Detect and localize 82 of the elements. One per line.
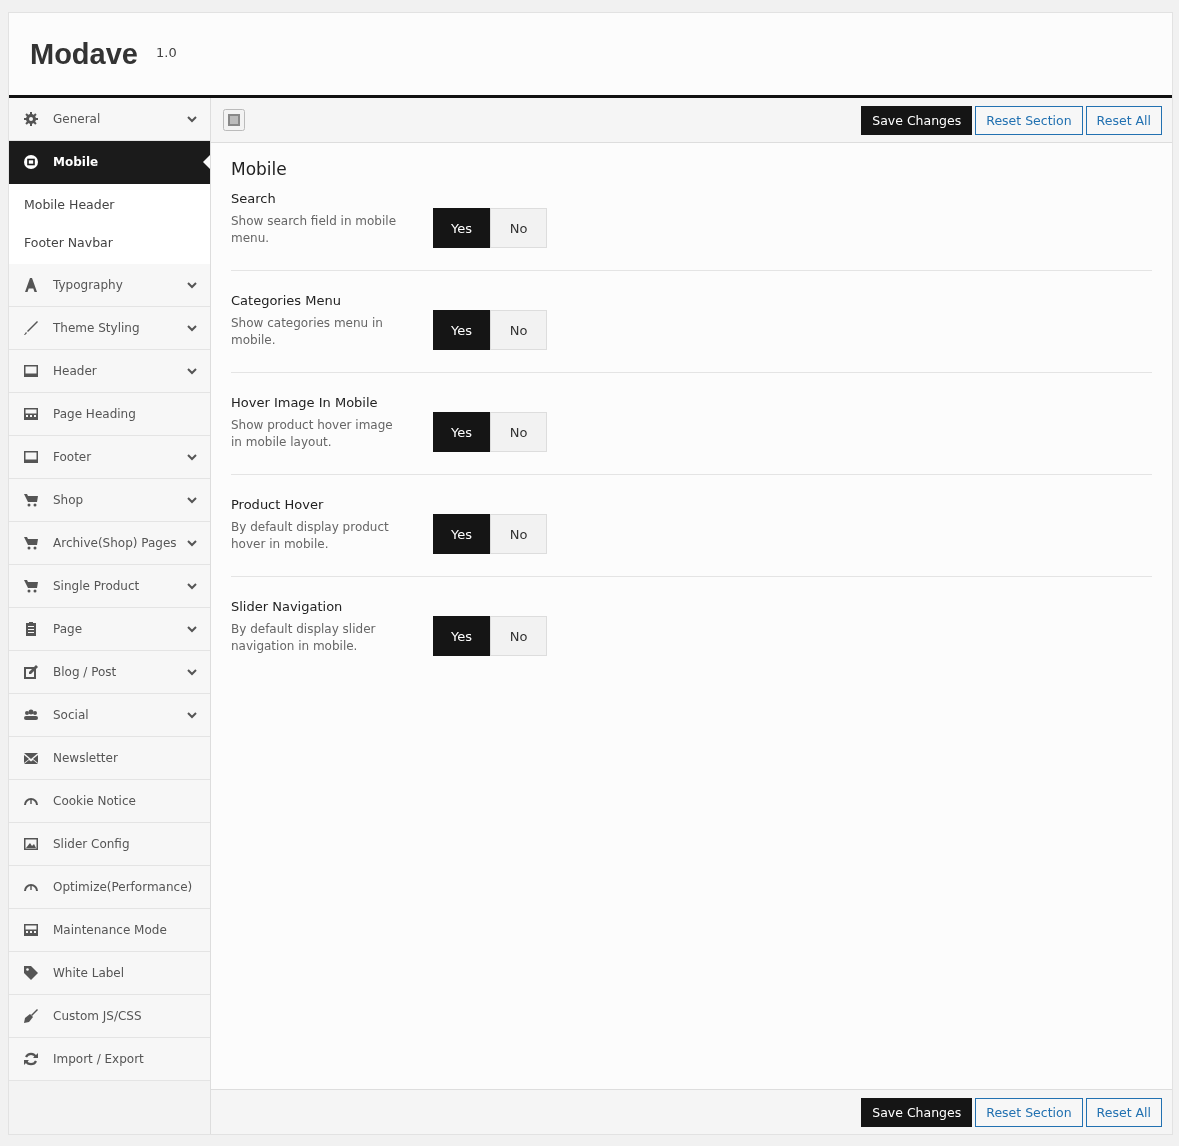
toggle-choice[interactable]: No [490, 616, 547, 656]
chevron-down-icon [187, 280, 197, 290]
cart-icon [23, 578, 39, 594]
sidebar-item[interactable]: Newsletter [9, 737, 210, 780]
option-description: By default display product hover in mobile. [231, 519, 390, 553]
app-title: Modave [30, 37, 138, 71]
sidebar-item[interactable]: Single Product [9, 565, 210, 608]
window-icon [23, 449, 39, 465]
option-description: Show categories menu in mobile. [231, 315, 384, 349]
chevron-down-icon [187, 452, 197, 462]
tag-icon [23, 965, 39, 981]
brush-icon [23, 320, 39, 336]
toggle-choice[interactable]: Yes [433, 208, 490, 248]
footer-button[interactable]: Reset Section [975, 1097, 1083, 1127]
gear-icon [23, 111, 39, 127]
font-icon [23, 277, 39, 293]
sidebar-item[interactable]: Custom JS/CSS [9, 995, 210, 1038]
sidebar-item[interactable]: Page Heading [9, 393, 210, 436]
footer-button[interactable]: Reset All [1085, 1097, 1162, 1127]
sidebar-item[interactable]: Typography [9, 264, 210, 307]
option-description: By default display slider navigation in mobile. [231, 621, 377, 655]
chevron-down-icon [187, 667, 197, 677]
sidebar-item[interactable]: Footer [9, 436, 210, 479]
chevron-down-icon [187, 624, 197, 634]
sidebar-item[interactable]: General [9, 98, 210, 141]
option-label: Search [231, 191, 277, 206]
toggle-choice[interactable]: Yes [433, 412, 490, 452]
toolbar-button[interactable]: Reset Section [975, 105, 1083, 135]
clipboard-icon [23, 621, 39, 637]
toggle-choice[interactable]: Yes [433, 616, 490, 656]
image-icon [23, 836, 39, 852]
option-description: Show search field in mobile menu. [231, 213, 398, 247]
sidebar-subitem[interactable]: Footer Navbar [9, 224, 210, 262]
users-icon [23, 707, 39, 723]
option-label: Hover Image In Mobile [231, 395, 379, 410]
toggle-choice[interactable]: No [490, 208, 547, 248]
footer-button[interactable]: Save Changes [861, 1097, 973, 1127]
sidebar-item[interactable]: Page [9, 608, 210, 651]
refresh-icon [23, 1051, 39, 1067]
option-label: Slider Navigation [231, 599, 344, 614]
option-description: Show product hover image in mobile layout. [231, 417, 394, 451]
chevron-down-icon [187, 581, 197, 591]
chevron-down-icon [187, 366, 197, 376]
toolbar-button[interactable]: Reset All [1085, 105, 1162, 135]
toggle-choice[interactable]: No [490, 310, 547, 350]
toggle-choice[interactable]: No [490, 514, 547, 554]
version-label: 1.0 [156, 44, 177, 60]
sidebar-item[interactable]: Archive(Shop) Pages [9, 522, 210, 565]
option-label: Categories Menu [231, 293, 342, 308]
option-label: Product Hover [231, 497, 325, 512]
layout-icon [23, 922, 39, 938]
cart-icon [23, 535, 39, 551]
chevron-down-icon [187, 495, 197, 505]
sidebar-item[interactable]: Header [9, 350, 210, 393]
sidebar-item[interactable]: White Label [9, 952, 210, 995]
chevron-down-icon [187, 710, 197, 720]
sidebar-item[interactable]: Maintenance Mode [9, 909, 210, 952]
toggle-choice[interactable]: Yes [433, 310, 490, 350]
chevron-down-icon [187, 323, 197, 333]
expand-layout-icon[interactable] [223, 109, 245, 131]
layout-icon [23, 406, 39, 422]
sidebar-item[interactable]: Social [9, 694, 210, 737]
chevron-down-icon [187, 114, 197, 124]
toggle-choice[interactable]: Yes [433, 514, 490, 554]
toggle-choice[interactable]: No [490, 412, 547, 452]
sidebar-item[interactable]: Mobile [9, 141, 210, 184]
sidebar-item[interactable]: Import / Export [9, 1038, 210, 1081]
envelope-icon [23, 750, 39, 766]
section-title: Mobile [231, 159, 288, 179]
toolbar-button[interactable]: Save Changes [861, 105, 973, 135]
sidebar-item[interactable]: Cookie Notice [9, 780, 210, 823]
sidebar-item[interactable]: Optimize(Performance) [9, 866, 210, 909]
sidebar-item[interactable]: Shop [9, 479, 210, 522]
broom-icon [23, 1008, 39, 1024]
sidebar-item[interactable]: Theme Styling [9, 307, 210, 350]
sidebar-subitem[interactable]: Mobile Header [9, 186, 210, 224]
chevron-down-icon [187, 538, 197, 548]
edit-icon [23, 664, 39, 680]
sidebar-item[interactable]: Slider Config [9, 823, 210, 866]
sidebar-item[interactable]: Blog / Post [9, 651, 210, 694]
cart-icon [23, 492, 39, 508]
window-icon [23, 363, 39, 379]
